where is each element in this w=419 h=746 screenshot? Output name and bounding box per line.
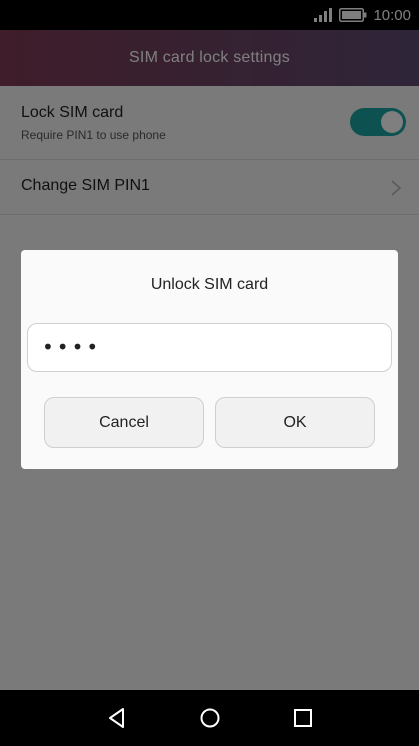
unlock-sim-dialog: Unlock SIM card •••• Cancel OK <box>21 250 398 469</box>
ok-button[interactable]: OK <box>215 397 375 448</box>
cancel-button[interactable]: Cancel <box>44 397 204 448</box>
dialog-title: Unlock SIM card <box>150 276 269 293</box>
nav-bar <box>0 690 419 746</box>
pin-input[interactable]: •••• <box>27 323 392 372</box>
home-icon[interactable] <box>198 706 222 730</box>
recents-icon[interactable] <box>291 706 315 730</box>
back-icon[interactable] <box>105 706 129 730</box>
